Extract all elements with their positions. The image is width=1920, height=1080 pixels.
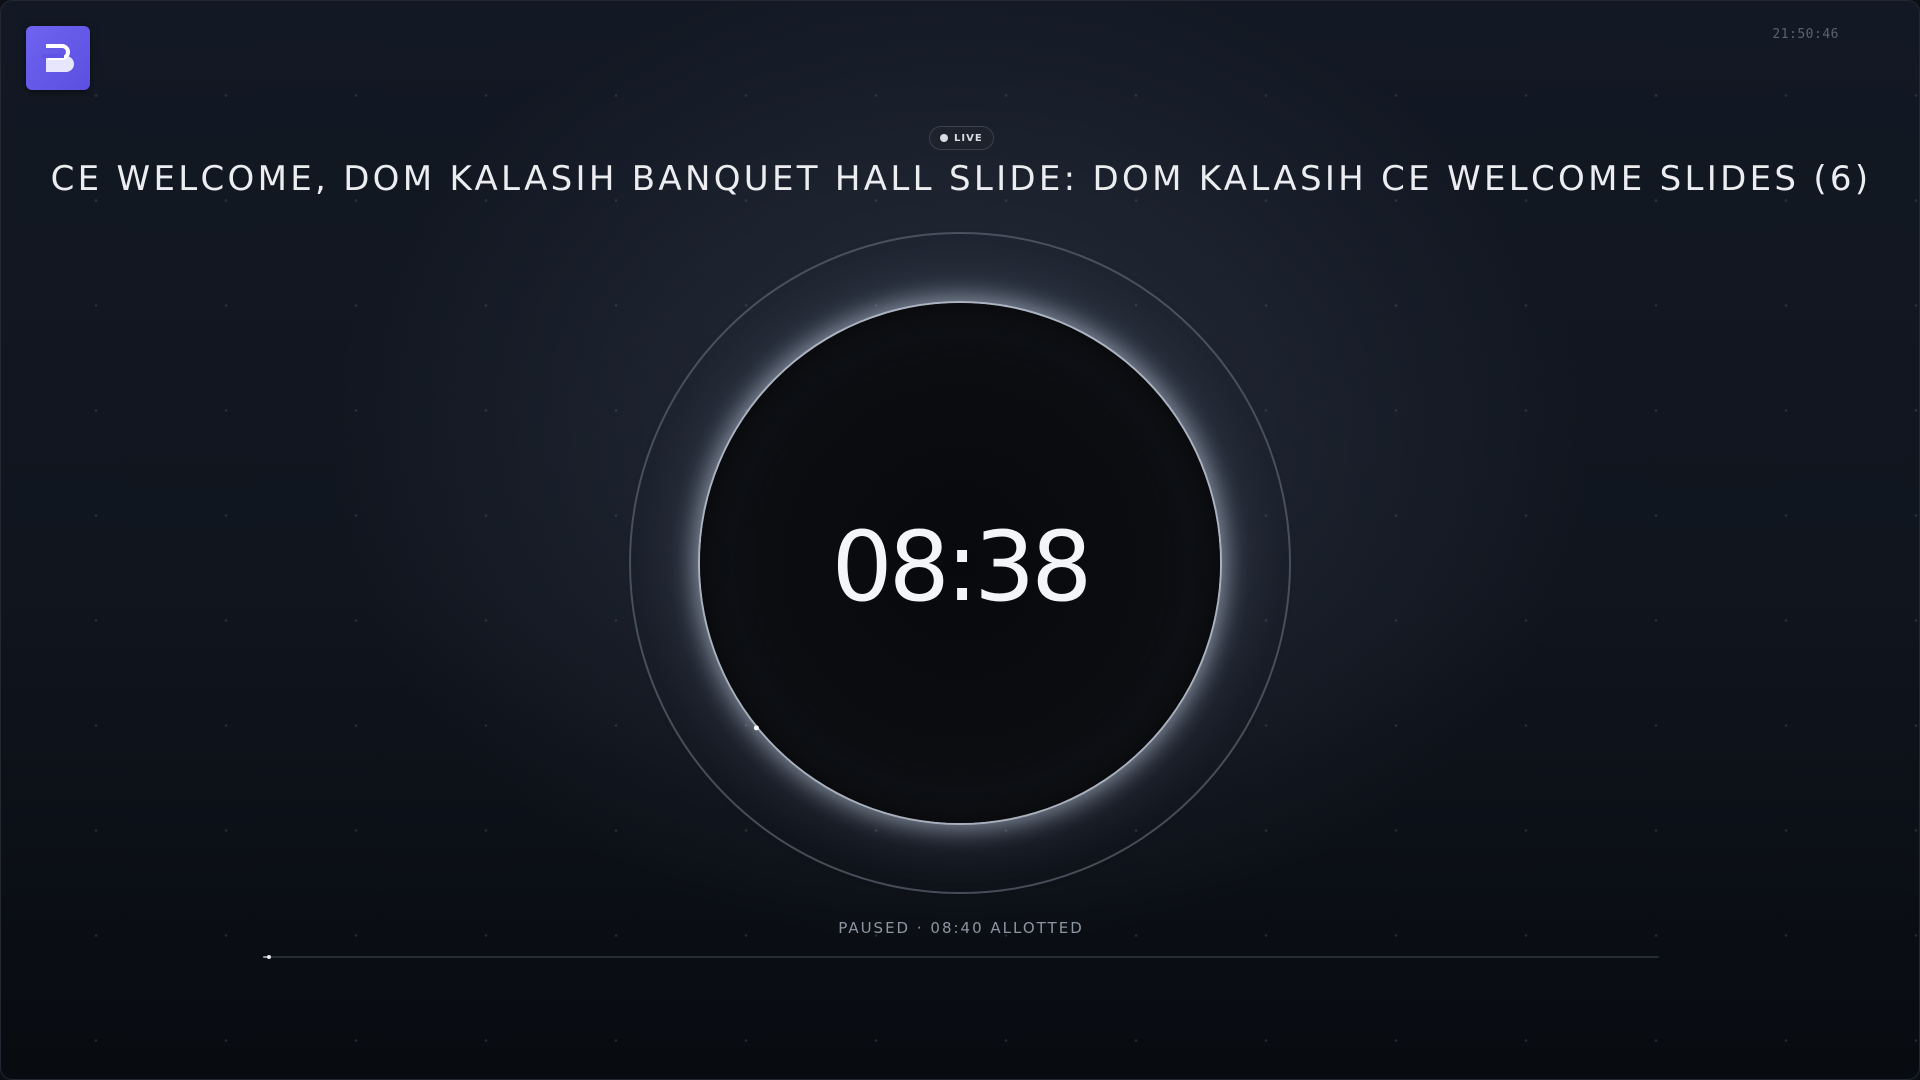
time-remaining: 08:38 bbox=[831, 511, 1093, 623]
timer-screen: 21:50:46 LIVE CE WELCOME, DOM KALASIH BA… bbox=[0, 0, 1920, 1080]
progress-bar bbox=[263, 955, 1659, 959]
progress-bar-knob bbox=[266, 955, 271, 959]
timer-status: PAUSED · 08:40 ALLOTTED bbox=[838, 919, 1084, 937]
